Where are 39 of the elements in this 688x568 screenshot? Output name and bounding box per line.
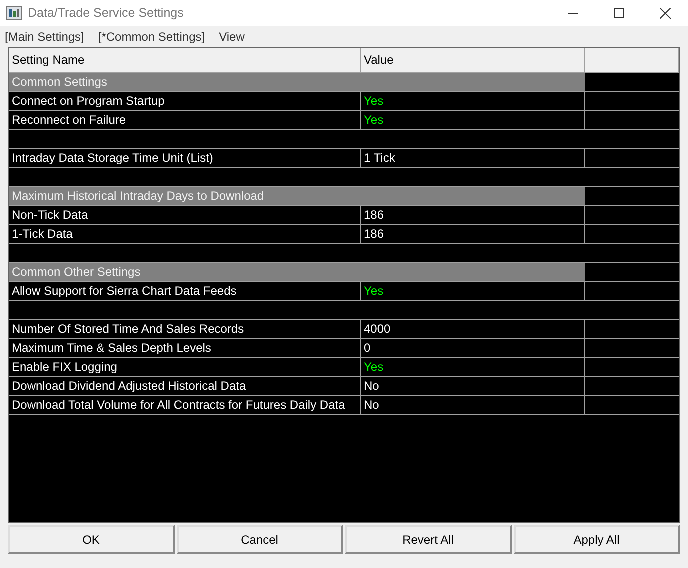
setting-name: Connect on Program Startup <box>9 92 361 110</box>
setting-name: Download Total Volume for All Contracts for Futures Daily Data <box>9 396 361 414</box>
setting-value[interactable]: No <box>361 396 585 414</box>
setting-name: Allow Support for Sierra Chart Data Feeds <box>9 282 361 300</box>
setting-name: Number Of Stored Time And Sales Records <box>9 320 361 338</box>
setting-value[interactable]: Yes <box>361 111 585 129</box>
setting-name: Reconnect on Failure <box>9 111 361 129</box>
maximize-icon[interactable] <box>614 8 624 18</box>
minimize-icon[interactable] <box>568 12 578 14</box>
setting-value[interactable]: 4000 <box>361 320 585 338</box>
section-header: Common Other Settings <box>9 263 585 281</box>
setting-value[interactable]: No <box>361 377 585 395</box>
setting-value[interactable]: 0 <box>361 339 585 357</box>
menu-item[interactable]: [*Common Settings] <box>98 30 206 44</box>
dialog-button[interactable]: Revert All <box>345 525 512 554</box>
section-header: Maximum Historical Intraday Days to Download <box>9 187 585 205</box>
column-header[interactable]: Value <box>361 48 585 72</box>
setting-name: 1-Tick Data <box>9 225 361 243</box>
setting-name: Intraday Data Storage Time Unit (List) <box>9 149 361 167</box>
setting-value[interactable]: Yes <box>361 358 585 376</box>
close-icon[interactable] <box>660 8 670 18</box>
setting-value[interactable]: 1 Tick <box>361 149 585 167</box>
app-icon <box>6 6 22 20</box>
window-title: Data/Trade Service Settings <box>28 6 185 20</box>
setting-name: Non-Tick Data <box>9 206 361 224</box>
dialog-button[interactable]: OK <box>8 525 174 554</box>
dialog-button[interactable]: Apply All <box>514 525 680 554</box>
dialog-button[interactable]: Cancel <box>176 525 343 554</box>
menu-item[interactable]: View <box>219 30 245 44</box>
setting-value[interactable]: 186 <box>361 225 585 243</box>
column-header[interactable]: Setting Name <box>9 48 361 72</box>
setting-value[interactable]: Yes <box>361 282 585 300</box>
setting-value[interactable]: Yes <box>361 92 585 110</box>
menu-item[interactable]: [Main Settings] <box>5 30 84 44</box>
setting-value[interactable]: 186 <box>361 206 585 224</box>
setting-name: Maximum Time & Sales Depth Levels <box>9 339 361 357</box>
section-header: Common Settings <box>9 73 585 91</box>
setting-name: Download Dividend Adjusted Historical Data <box>9 377 361 395</box>
setting-name: Enable FIX Logging <box>9 358 361 376</box>
